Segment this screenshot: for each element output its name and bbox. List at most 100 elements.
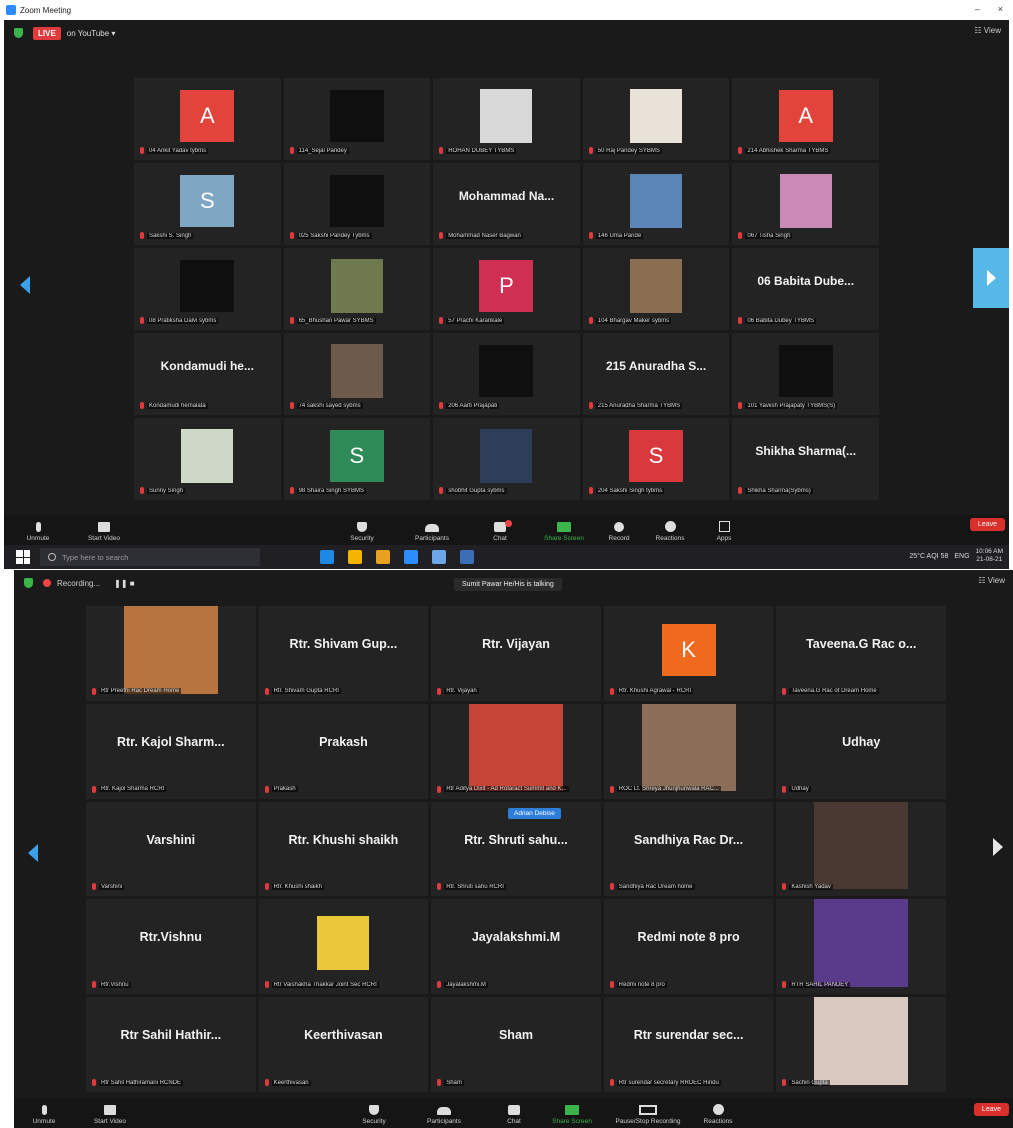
participant-tile[interactable]: Rtr Sahil Hathir... Rtr Sahil Hathiramani… — [86, 997, 256, 1092]
participant-tile[interactable]: S 204 Sakshi Singh tybms — [582, 418, 730, 500]
participant-tile[interactable]: 215 Anuradha S... 215 Anuradha Sharma TYB… — [582, 333, 730, 415]
participant-label: RTR SAHIL PANDEY — [782, 981, 851, 989]
encryption-shield-icon[interactable] — [14, 28, 23, 38]
pause-recording-icon[interactable]: ❚❚ ■ — [114, 579, 134, 588]
taskbar-app-icon[interactable] — [376, 550, 390, 564]
taskbar-app-icon[interactable] — [404, 550, 418, 564]
participant-name: Prakash — [271, 786, 298, 793]
participant-tile[interactable]: Rtr. Shivam Gup... Rtr. Shivam Gupta RCRI — [258, 606, 429, 701]
participant-tile[interactable]: 08 Pratiksha Dalvi sybms — [134, 248, 281, 330]
participant-tile[interactable]: 114_Sejal Pandey — [283, 78, 431, 160]
participant-tile[interactable]: 146 Uma Pande — [582, 163, 730, 245]
participant-tile[interactable]: 206 Aarti Prajapati — [433, 333, 580, 415]
taskbar-app-icon[interactable] — [348, 550, 362, 564]
security-button[interactable]: Security — [344, 1105, 404, 1125]
participant-tile[interactable]: Rtr. Kajol Sharm... Rtr. Kajol Sharma RCR… — [86, 703, 256, 799]
reactions-button[interactable]: Reactions — [688, 1104, 748, 1125]
muted-mic-icon — [609, 1079, 614, 1086]
start-video-button[interactable]: Start Video — [80, 1105, 140, 1125]
muted-mic-icon — [588, 317, 593, 324]
participant-tile[interactable]: Rtr. Khushi shaikh Rtr. Khushi shaikh — [258, 801, 429, 897]
taskbar-app-icon[interactable] — [460, 550, 474, 564]
participant-tile[interactable]: RTR SAHIL PANDEY — [776, 899, 946, 995]
reactions-button[interactable]: Reactions — [640, 521, 700, 542]
participant-tile[interactable]: Keerthivasan Keerthivasan — [258, 997, 429, 1092]
next-page-arrow-icon[interactable] — [993, 838, 1003, 856]
minimize-button[interactable]: – — [975, 4, 980, 14]
participant-tile[interactable]: A 04 Ankit Yadav tybms — [134, 78, 281, 160]
participant-tile[interactable]: Mohammad Na... Mohammad Naser Bagwan — [433, 163, 580, 245]
start-video-button[interactable]: Start Video — [74, 522, 134, 542]
taskbar-app-icon[interactable] — [320, 550, 334, 564]
unmute-button[interactable]: Unmute — [8, 522, 68, 542]
chat-button[interactable]: Chat — [484, 1105, 544, 1125]
participant-tile[interactable]: Kondamudi he... Kondamudi hemalata — [134, 333, 281, 415]
participant-name: Rtr. Shruti sahu RCRI — [444, 883, 506, 890]
participant-tile[interactable]: Shikha Sharma(... Shikha Sharma(Sybms) — [732, 418, 879, 500]
participant-tile[interactable]: 06 Babita Dube... 06 Babita Dubey TYBMS — [732, 248, 879, 330]
participant-tile[interactable]: Varshini Varshini — [86, 801, 256, 897]
participant-tile[interactable]: Sachin Gupta — [776, 997, 946, 1092]
prev-page-arrow-icon[interactable] — [20, 276, 30, 294]
participant-tile[interactable]: S Sakshi S. Singh — [134, 163, 281, 245]
pause-stop-recording-button[interactable]: Pause/Stop Recording — [608, 1105, 688, 1125]
prev-page-arrow-icon[interactable] — [28, 844, 38, 862]
close-button[interactable]: × — [998, 4, 1003, 14]
participant-tile[interactable]: 104 Bhargav Maker sybms — [582, 248, 730, 330]
participant-tile[interactable]: Redmi note 8 pro Redmi note 8 pro — [603, 899, 774, 995]
live-destination[interactable]: on YouTube ▾ — [67, 29, 116, 38]
participant-tile[interactable]: Kashish Yadav — [776, 801, 946, 897]
next-page-arrow-icon[interactable] — [973, 248, 1009, 308]
participant-tile[interactable]: P 57 Prachi Karankale — [433, 248, 580, 330]
participant-tile[interactable]: 50 Raj Pandey SYBMS — [582, 78, 730, 160]
share-screen-button[interactable]: Share Screen — [534, 522, 594, 542]
encryption-shield-icon[interactable] — [24, 578, 33, 588]
windows-start-icon[interactable] — [16, 550, 30, 564]
participant-tile[interactable]: 65_Bhushan Pawar SYBMS — [283, 248, 431, 330]
participant-label: Shikha Sharma(Sybms) — [738, 487, 813, 494]
leave-button[interactable]: Leave — [973, 1103, 1009, 1116]
participant-tile[interactable]: ROHAN DUBEY TYBMS — [433, 78, 580, 160]
clock[interactable]: 10:06 AM 21-08-21 — [976, 548, 1003, 564]
participant-tile[interactable]: shobhit Gupta sybms — [433, 418, 580, 500]
language-indicator[interactable]: ENG — [954, 553, 969, 560]
participant-tile[interactable]: Jayalakshmi.M Jayalakshmi.M — [431, 899, 601, 995]
participant-name: Sunny Singh — [147, 487, 186, 494]
participant-tile[interactable]: Taveena.G Rac o... Taveena.G Rac of Dream… — [776, 606, 946, 701]
view-button[interactable]: ☷ View — [978, 576, 1005, 585]
participants-button[interactable]: Participants — [414, 1107, 474, 1125]
taskbar-search[interactable]: Type here to search — [40, 548, 260, 566]
participant-tile[interactable]: Sham Sham — [431, 997, 601, 1092]
participant-tile[interactable]: 101 Yaviish Prajapaty TYBMS(S) — [732, 333, 879, 415]
participant-tile[interactable]: ROC Lt. Shreya Jhunjhunwala RAC... — [603, 703, 774, 799]
participant-tile[interactable]: Rtr Preethi Rac Dream Home — [86, 606, 256, 701]
participant-tile[interactable]: Rtr.Vishnu Rtr.Vishnu — [86, 899, 256, 995]
participant-tile[interactable]: 74 sakshi sayed sybms — [283, 333, 431, 415]
participant-tile[interactable]: S 98 Shaira Singh SYBMS — [283, 418, 431, 500]
participant-tile[interactable]: Prakash Prakash — [258, 703, 429, 799]
participant-tile[interactable]: 067 Tisha Singh — [732, 163, 879, 245]
leave-button[interactable]: Leave — [969, 518, 1005, 531]
participant-tile[interactable]: Rtr. Vijayan Rtr. Vijayan — [431, 606, 601, 701]
participant-tile[interactable]: Sunny Singh — [134, 418, 281, 500]
participant-tile[interactable]: Rtr surendar sec... Rtr surendar secretar… — [603, 997, 774, 1092]
share-screen-button[interactable]: Share Screen — [542, 1105, 602, 1125]
view-button[interactable]: ☷ View — [974, 26, 1001, 35]
chat-button[interactable]: Chat — [470, 520, 530, 542]
apps-button[interactable]: Apps — [694, 521, 754, 542]
weather-widget[interactable]: 25°C AQI 58 — [909, 553, 948, 560]
participant-tile[interactable]: Udhay Udhay — [776, 703, 946, 799]
taskbar-app-icon[interactable] — [432, 550, 446, 564]
avatar-photo — [123, 606, 218, 694]
participants-button[interactable]: Participants — [402, 524, 462, 542]
live-badge[interactable]: LIVE — [33, 26, 61, 40]
participant-tile[interactable]: Rtr Aditya Dixit - Ad Rotaract Summit an… — [431, 703, 601, 799]
participant-tile[interactable]: 025 Sakshi Pandey Tybms — [283, 163, 431, 245]
participant-tile[interactable]: Sandhiya Rac Dr... Sandhiya Rac Dream hom… — [603, 801, 774, 897]
unmute-button[interactable]: Unmute — [14, 1105, 74, 1125]
participant-tile[interactable]: A 214 Abhishek Sharma TYBMS — [732, 78, 879, 160]
participant-label: 114_Sejal Pandey — [289, 147, 349, 154]
participant-tile[interactable]: Rtr Vaishakha Thakkar Joint Sec RCRI — [258, 899, 429, 995]
security-button[interactable]: Security — [332, 522, 392, 542]
participant-tile[interactable]: K Rtr. Khushi Agrawal - RCRI — [603, 606, 774, 701]
